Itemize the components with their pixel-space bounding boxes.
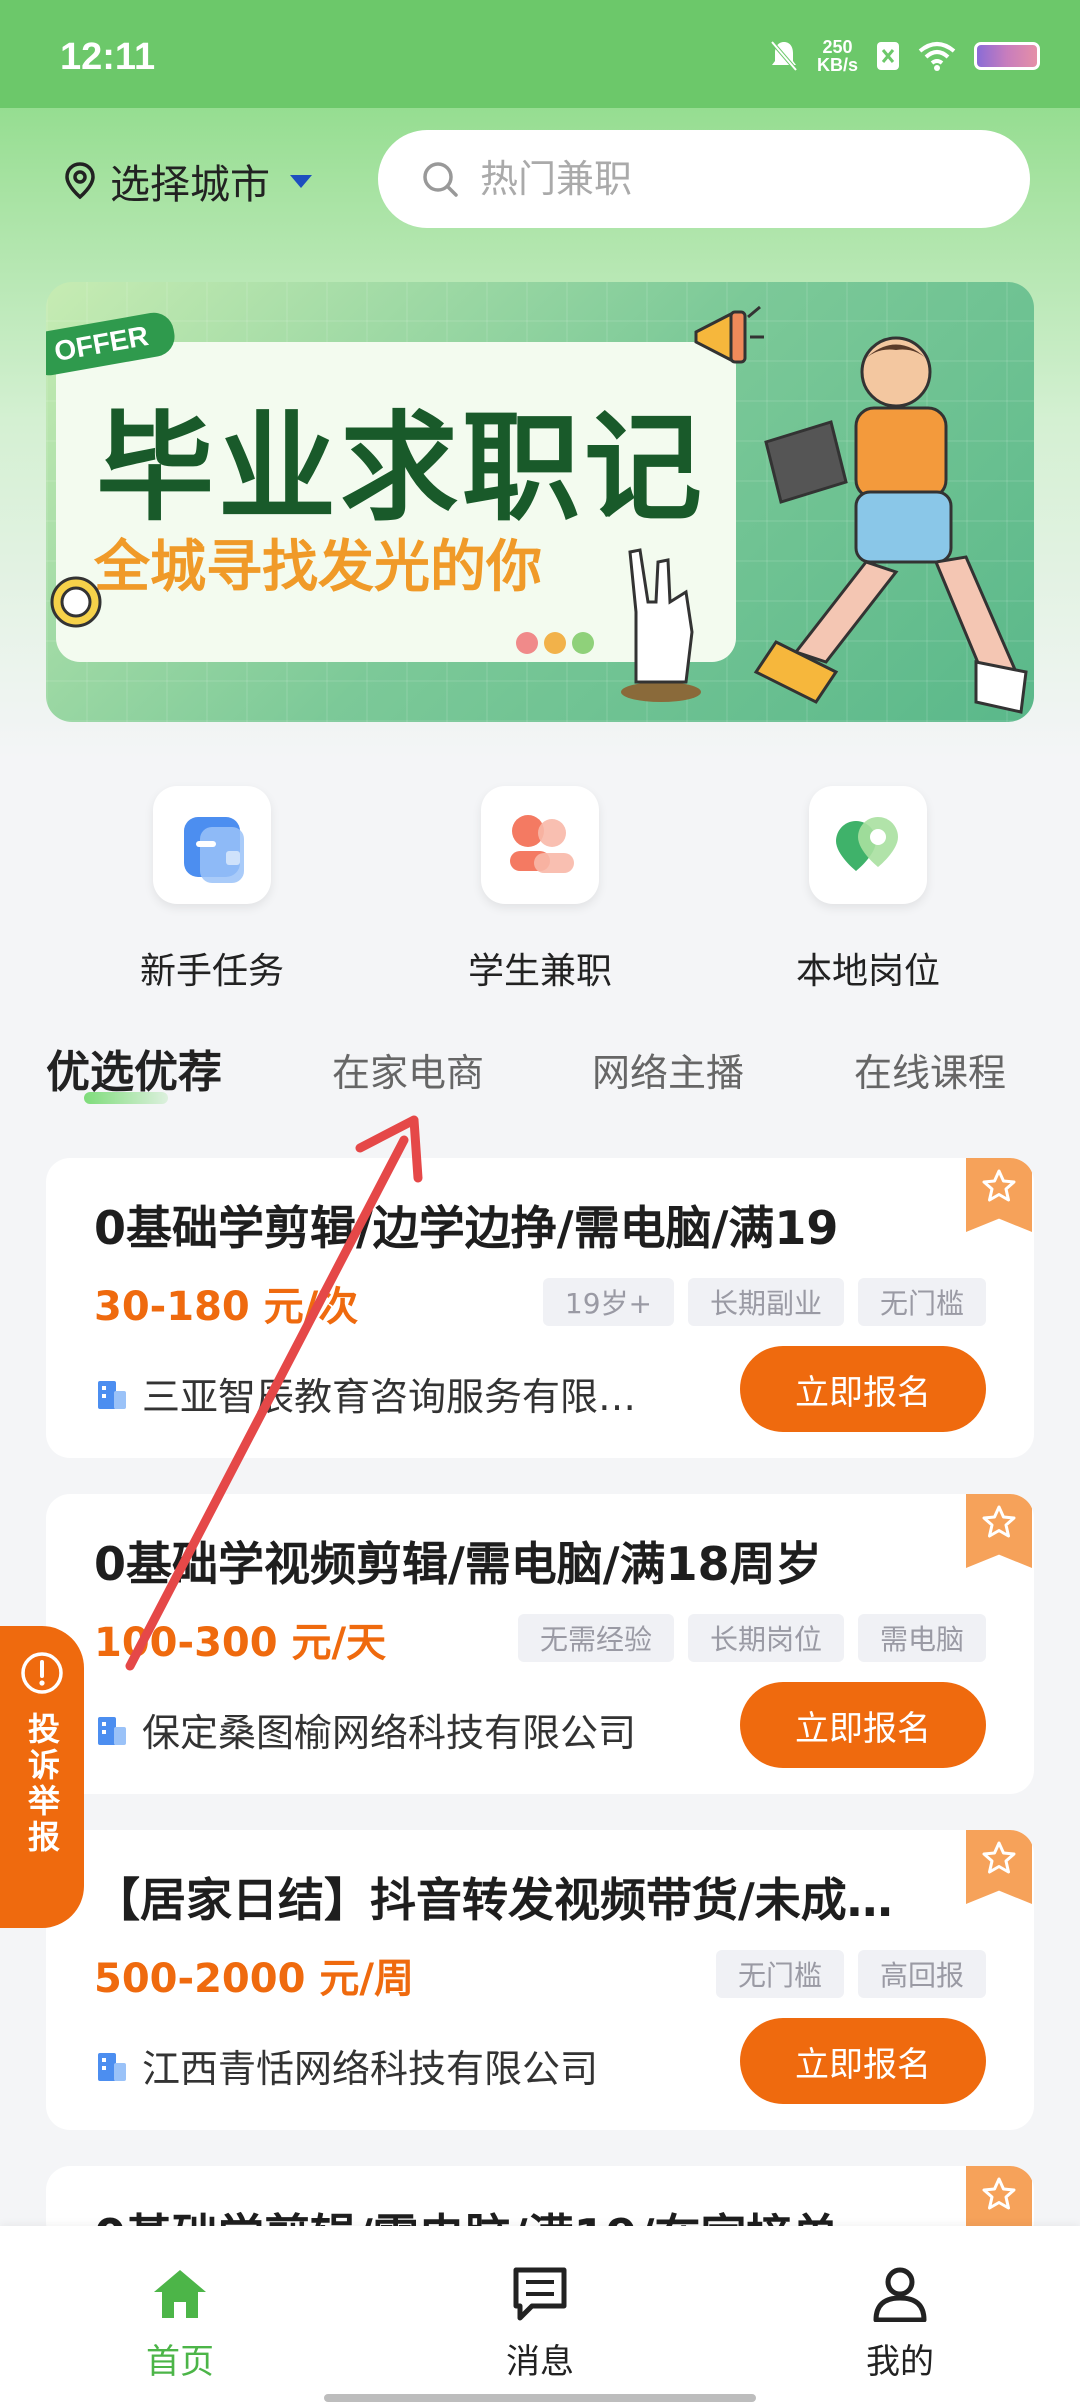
job-company-name: 江西青恬网络科技有限公司 xyxy=(142,2047,599,2091)
favorite-star-icon[interactable] xyxy=(966,1494,1032,1568)
job-salary: 500-2000 元/周 xyxy=(94,1956,414,2002)
nav-label: 首页 xyxy=(146,2342,214,2382)
job-tag: 长期副业 xyxy=(687,1278,844,1326)
job-tag: 无门槛 xyxy=(715,1950,844,1998)
job-title: 0基础学视频剪辑/需电脑/满18周岁 xyxy=(94,1537,822,1591)
caret-down-icon xyxy=(290,174,312,188)
quick-entry-student-job[interactable]: 学生兼职 xyxy=(410,786,670,994)
search-box[interactable] xyxy=(378,130,1030,228)
job-tags: 19岁+ 长期副业 无门槛 xyxy=(542,1278,986,1326)
quick-entry-label: 学生兼职 xyxy=(467,951,612,992)
favorite-star-icon[interactable] xyxy=(966,1158,1032,1232)
nav-profile[interactable]: 我的 xyxy=(800,2266,1000,2383)
job-title: 【居家日结】抖音转发视频带货/未成… xyxy=(94,1873,893,1927)
apply-button[interactable]: 立即报名 xyxy=(740,1682,986,1768)
location-pin-icon xyxy=(65,162,95,200)
network-speed: 250 KB/s xyxy=(817,38,858,74)
tab-live-streamer[interactable]: 网络主播 xyxy=(592,1042,744,1097)
profile-icon xyxy=(873,2267,927,2322)
city-selector[interactable]: 选择城市 xyxy=(62,152,312,210)
category-tabs: 优选优荐 在家电商 网络主播 在线课程 xyxy=(0,1036,1080,1106)
character-illustration xyxy=(753,336,1028,714)
alert-circle-icon xyxy=(21,1652,63,1694)
mute-icon xyxy=(770,40,798,72)
building-icon xyxy=(98,1380,126,1409)
message-icon xyxy=(513,2267,567,2321)
tab-recommended[interactable]: 优选优荐 xyxy=(46,1036,222,1100)
quick-entry-local-job[interactable]: 本地岗位 xyxy=(738,786,998,994)
tab-online-course[interactable]: 在线课程 xyxy=(854,1042,1006,1097)
job-tag: 19岁+ xyxy=(542,1278,674,1326)
banner-subtitle: 全城寻找发光的你 xyxy=(94,535,542,600)
banner-title: 毕业求职记 xyxy=(96,399,707,537)
report-label: 投诉举报 xyxy=(23,1712,61,1856)
wifi-icon xyxy=(918,42,956,71)
job-card[interactable]: 【居家日结】抖音转发视频带货/未成… 500-2000 元/周 无门槛 高回报 … xyxy=(46,1830,1034,2130)
network-speed-unit: KB/s xyxy=(816,55,858,75)
quick-entry-label: 新手任务 xyxy=(139,951,284,992)
job-salary: 100-300 元/天 xyxy=(94,1620,387,1666)
location-pin-icon xyxy=(809,786,927,904)
status-bar: 12:11 250 KB/s xyxy=(0,0,1080,108)
favorite-star-icon[interactable] xyxy=(966,1830,1032,1904)
home-indicator xyxy=(324,2394,756,2402)
battery-icon xyxy=(974,42,1040,70)
task-icon xyxy=(153,786,271,904)
nav-messages[interactable]: 消息 xyxy=(440,2266,640,2383)
job-title: 0基础学剪辑/边学边挣/需电脑/满19 xyxy=(94,1201,839,1255)
status-icons: 250 KB/s xyxy=(769,36,1040,76)
nav-label: 我的 xyxy=(866,2342,934,2382)
city-label: 选择城市 xyxy=(110,162,270,208)
report-button[interactable]: 投诉举报 xyxy=(0,1626,84,1928)
job-salary: 30-180 元/次 xyxy=(94,1284,359,1330)
job-tag: 高回报 xyxy=(857,1950,986,1998)
job-tag: 无需经验 xyxy=(517,1614,674,1662)
search-input[interactable] xyxy=(480,157,960,201)
job-company: 江西青恬网络科技有限公司 xyxy=(94,2038,704,2093)
nav-home[interactable]: 首页 xyxy=(80,2266,280,2383)
job-company: 三亚智辰教育咨询服务有限… xyxy=(94,1366,704,1421)
promo-banner[interactable]: OFFER 毕业求职记 全城寻找发光的你 xyxy=(46,282,1034,722)
status-time: 12:11 xyxy=(60,36,156,78)
job-card[interactable]: 0基础学剪辑/边学边挣/需电脑/满19 30-180 元/次 19岁+ 长期副业… xyxy=(46,1158,1034,1458)
building-icon xyxy=(98,1716,126,1745)
job-company-name: 三亚智辰教育咨询服务有限… xyxy=(142,1375,637,1419)
search-icon xyxy=(423,162,458,197)
rock-hand-icon xyxy=(621,548,701,702)
sim-icon xyxy=(877,42,899,70)
apply-button[interactable]: 立即报名 xyxy=(740,1346,986,1432)
building-icon xyxy=(98,2052,126,2081)
job-tags: 无门槛 高回报 xyxy=(715,1950,986,1998)
clock-badge-icon xyxy=(50,576,102,628)
job-company: 保定桑图榆网络科技有限公司 xyxy=(94,1702,704,1757)
tab-home-ecommerce[interactable]: 在家电商 xyxy=(332,1042,484,1097)
job-tag: 长期岗位 xyxy=(687,1614,844,1662)
bottom-nav: 首页 消息 我的 xyxy=(0,2226,1080,2408)
nav-label: 消息 xyxy=(506,2342,574,2382)
network-speed-value: 250 xyxy=(822,37,853,57)
banner-dots xyxy=(516,632,594,654)
quick-entry-label: 本地岗位 xyxy=(795,951,940,992)
job-tag: 需电脑 xyxy=(857,1614,986,1662)
job-card[interactable]: 0基础学视频剪辑/需电脑/满18周岁 100-300 元/天 无需经验 长期岗位… xyxy=(46,1494,1034,1794)
apply-button[interactable]: 立即报名 xyxy=(740,2018,986,2104)
job-company-name: 保定桑图榆网络科技有限公司 xyxy=(142,1711,637,1755)
job-tags: 无需经验 长期岗位 需电脑 xyxy=(517,1614,986,1662)
student-icon xyxy=(481,786,599,904)
job-tag: 无门槛 xyxy=(857,1278,986,1326)
home-icon xyxy=(154,2270,206,2318)
quick-entry-newbie-task[interactable]: 新手任务 xyxy=(82,786,342,994)
